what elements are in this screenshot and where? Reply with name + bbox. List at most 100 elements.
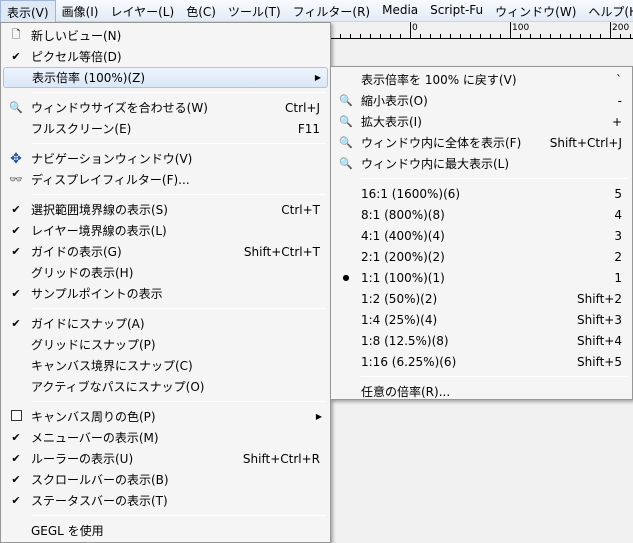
- ruler-tick: [590, 34, 591, 38]
- menubar-item[interactable]: 表示(V): [0, 0, 56, 22]
- check-icon: ✔: [11, 287, 21, 300]
- menu-item-label: 表示倍率を 100% に戻す(V): [361, 73, 517, 87]
- menu-item[interactable]: 🔍 拡大表示(I) +: [333, 111, 630, 132]
- menu-item[interactable]: 8:1 (800%)(8) 4: [333, 204, 630, 225]
- menu-item[interactable]: ✔ スクロールバーの表示(B): [3, 469, 328, 490]
- ruler-label: 0: [412, 23, 418, 33]
- menu-item-shortcut: Shift+5: [577, 354, 622, 369]
- menu-item[interactable]: ✔ サンプルポイントの表示: [3, 283, 328, 304]
- menu-item-label: グリッドの表示(H): [31, 266, 134, 280]
- menu-item-shortcut: Shift+3: [577, 312, 622, 327]
- menu-separator: [361, 376, 628, 377]
- menubar-item[interactable]: ツール(T): [222, 0, 287, 22]
- menu-item[interactable]: 4:1 (400%)(4) 3: [333, 225, 630, 246]
- menu-item[interactable]: 🗋 新しいビュー(N): [3, 25, 328, 46]
- zoom-fit-icon: 🔍: [339, 136, 353, 149]
- menu-item[interactable]: ✔ ガイドにスナップ(A): [3, 313, 328, 334]
- menu-item[interactable]: ✔ メニューバーの表示(M): [3, 427, 328, 448]
- menu-item-shortcut: Ctrl+J: [285, 100, 320, 115]
- ruler-tick: [630, 34, 631, 38]
- menu-item-label: ガイドにスナップ(A): [31, 317, 145, 331]
- menu-item[interactable]: 🔍 ウィンドウ内に最大表示(L): [333, 153, 630, 174]
- ruler-tick: [390, 34, 391, 38]
- menubar-item[interactable]: 画像(I): [56, 0, 105, 22]
- menu-item[interactable]: ✥ ナビゲーションウィンドウ(V): [3, 148, 328, 169]
- ruler-tick: [520, 34, 521, 38]
- menu-item-label: ナビゲーションウィンドウ(V): [31, 152, 193, 166]
- menubar-item[interactable]: Script-Fu: [424, 0, 489, 22]
- menubar-item[interactable]: フィルター(R): [287, 0, 376, 22]
- menu-item[interactable]: キャンバス境界にスナップ(C): [3, 355, 328, 376]
- menubar-item[interactable]: Media: [376, 0, 424, 22]
- submenu-arrow-icon: ▶: [314, 73, 321, 82]
- menu-item[interactable]: グリッドの表示(H): [3, 262, 328, 283]
- menu-separator: [31, 92, 326, 93]
- ruler-tick: [490, 34, 491, 38]
- menu-item-label: 表示倍率 (100%)(Z): [32, 71, 146, 85]
- menu-item[interactable]: ✔ レイヤー境界線の表示(L): [3, 220, 328, 241]
- ruler-tick: [580, 34, 581, 38]
- menu-item[interactable]: ✔ ガイドの表示(G) Shift+Ctrl+T: [3, 241, 328, 262]
- menu-item[interactable]: 🔍 ウィンドウサイズを合わせる(W) Ctrl+J: [3, 97, 328, 118]
- menu-item[interactable]: 16:1 (1600%)(6) 5: [333, 183, 630, 204]
- menu-item[interactable]: ● 1:1 (100%)(1) 1: [333, 267, 630, 288]
- menu-item[interactable]: ✔ 選択範囲境界線の表示(S) Ctrl+T: [3, 199, 328, 220]
- menu-item[interactable]: 1:16 (6.25%)(6) Shift+5: [333, 351, 630, 372]
- menu-item[interactable]: ✔ ステータスバーの表示(T): [3, 490, 328, 511]
- menu-item-shortcut: 3: [614, 228, 622, 243]
- menu-item-shortcut: +: [611, 114, 622, 129]
- menu-item-label: ステータスバーの表示(T): [31, 494, 168, 508]
- menu-item[interactable]: 🔍 縮小表示(O) -: [333, 90, 630, 111]
- menu-item-label: フルスクリーン(E): [31, 122, 132, 136]
- menu-item[interactable]: アクティブなパスにスナップ(O): [3, 376, 328, 397]
- menu-item[interactable]: 1:4 (25%)(4) Shift+3: [333, 309, 630, 330]
- menu-item-shortcut: Shift+Ctrl+T: [243, 244, 320, 259]
- menu-item-label: キャンバス周りの色(P): [31, 410, 156, 424]
- menu-item-label: ウィンドウ内に最大表示(L): [361, 157, 510, 171]
- menu-item[interactable]: 任意の倍率(R)...: [333, 381, 630, 402]
- menu-item[interactable]: 表示倍率を 100% に戻す(V) `: [333, 69, 630, 90]
- menu-item-shortcut: Ctrl+T: [281, 202, 320, 217]
- menu-item[interactable]: 1:2 (50%)(2) Shift+2: [333, 288, 630, 309]
- menu-separator: [31, 308, 326, 309]
- check-icon: ✔: [11, 452, 21, 465]
- ruler-tick: [450, 34, 451, 38]
- menu-item[interactable]: ✔ ルーラーの表示(U) Shift+Ctrl+R: [3, 448, 328, 469]
- menubar-item[interactable]: ヘルプ(H): [582, 0, 633, 22]
- view-menu: 🗋 新しいビュー(N) ✔ ピクセル等倍(D) 表示倍率 (100%)(Z) ▶ 🔍 ウィンド…: [0, 22, 331, 543]
- menu-item[interactable]: グリッドにスナップ(P): [3, 334, 328, 355]
- menu-item-label: ディスプレイフィルター(F)...: [31, 173, 190, 187]
- menu-item-shortcut: Shift+4: [577, 333, 622, 348]
- menu-item[interactable]: 1:8 (12.5%)(8) Shift+4: [333, 330, 630, 351]
- menu-item-shortcut: 4: [614, 207, 622, 222]
- ruler-tick: [440, 34, 441, 38]
- check-icon: ✔: [11, 473, 21, 486]
- menu-item[interactable]: フルスクリーン(E) F11: [3, 118, 328, 139]
- ruler-tick: [380, 34, 381, 38]
- ruler-tick: [340, 34, 341, 38]
- menu-item[interactable]: ✔ ピクセル等倍(D): [3, 46, 328, 67]
- menu-item-label: 1:4 (25%)(4): [361, 312, 438, 327]
- menubar-item[interactable]: ウィンドウ(W): [489, 0, 582, 22]
- horizontal-ruler[interactable]: 0 100 200: [330, 22, 633, 39]
- menu-item-label: ウィンドウサイズを合わせる(W): [31, 101, 208, 115]
- menu-item[interactable]: 表示倍率 (100%)(Z) ▶: [3, 67, 328, 88]
- menu-item-label: ウィンドウ内に全体を表示(F): [361, 136, 522, 150]
- menu-item[interactable]: キャンバス周りの色(P) ▶: [3, 406, 328, 427]
- menu-item[interactable]: 2:1 (200%)(2) 2: [333, 246, 630, 267]
- menu-separator: [31, 401, 326, 402]
- ruler-tick: [510, 22, 511, 38]
- menu-item-label: 拡大表示(I): [361, 115, 422, 129]
- menu-item[interactable]: 👓 ディスプレイフィルター(F)...: [3, 169, 328, 190]
- menu-item-shortcut: 2: [614, 249, 622, 264]
- zoom-in-icon: 🔍: [339, 115, 353, 128]
- submenu-arrow-icon: ▶: [315, 412, 322, 421]
- menubar-item[interactable]: 色(C): [180, 0, 222, 22]
- menubar-item[interactable]: レイヤー(L): [104, 0, 180, 22]
- menu-item[interactable]: 🔍 ウィンドウ内に全体を表示(F) Shift+Ctrl+J: [333, 132, 630, 153]
- check-icon: ✔: [11, 50, 21, 63]
- check-icon: ✔: [11, 494, 21, 507]
- menu-item-label: 1:1 (100%)(1): [361, 270, 445, 285]
- menu-item-label: GEGL を使用: [31, 524, 104, 538]
- menu-item[interactable]: GEGL を使用: [3, 520, 328, 541]
